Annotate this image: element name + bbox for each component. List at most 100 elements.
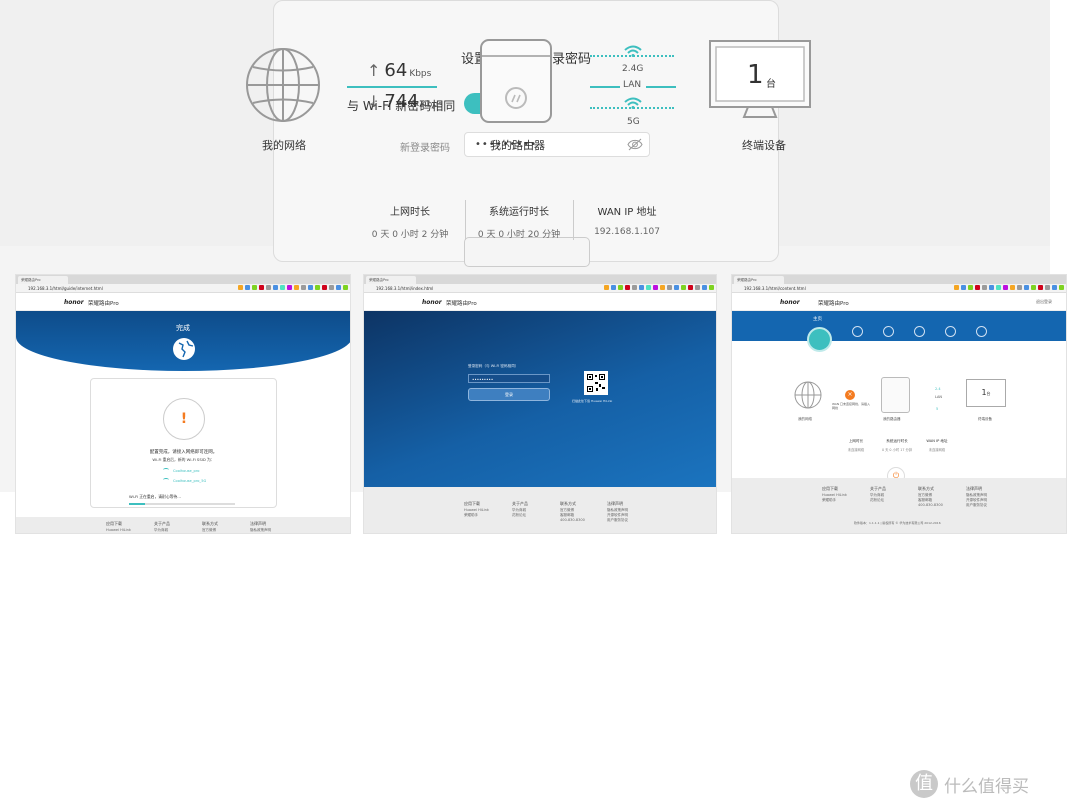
footer-column: 法律声明 隐私政策声明 开源软件声明 用户服务协议 [607,501,628,522]
home-icon[interactable] [807,327,832,352]
footer-column: 关于产品 华为商城 花粉论坛 [512,501,528,517]
watermark-text: 什么值得买 [944,776,1029,797]
page-footer: 应用下载 Huawei HiLink 荣耀助手 关于产品 华为商城 花粉论坛 联系方式官… [732,478,1066,533]
copyright-text: 软件版本：1.1.1.1 | 版权所有 © 华为技术有限公司 2012-2016 [854,521,941,525]
logout-link[interactable]: 退出登录 [1036,299,1052,305]
brand-name: 荣耀路由Pro [446,301,477,307]
globe-icon[interactable] [852,326,863,337]
login-button[interactable]: 登录 [468,388,550,401]
router-icon [480,39,552,123]
lan-link-right [646,86,676,88]
footer-column: 联系方式 官方微博 客服邮箱 400-830-8300 [918,486,943,507]
brand-name: 荣耀路由Pro [818,301,849,307]
footer-column: 应用下载 Huawei HiLink 荣耀助手 [822,486,847,502]
extension-icons [954,285,1064,291]
page-footer: 应用下载 Huawei HiLink 荣耀助手 关于产品 华为商城 花粉论坛 联系方式官… [364,487,716,533]
footer-column: 应用下载 Huawei HiLink 荣耀助手 [464,501,489,517]
band-24-label: 2.4 [935,387,941,391]
wifi-icon [163,468,169,472]
new-password-label: 新登录密码 [400,143,450,154]
restart-progress-bar [129,503,235,505]
router-header: honor 荣耀路由Pro 退出登录 [732,293,1066,311]
router-header: honor 荣耀路由Pro [16,293,350,311]
footer-column: 关于产品 华为商城 花粉论坛 [870,486,886,502]
footer-column: 联系方式 官方微博 [202,521,218,532]
qr-code [584,371,608,395]
address-bar[interactable]: 192.168.3.1/html/content.html [732,284,1066,293]
progress-fill [129,503,145,505]
home-label: 主页 [813,317,822,322]
nav-bar [732,311,1066,341]
footer-column: 联系方式 官方微博 客服邮箱 400-830-8300 [560,501,585,522]
footer-column: 法律声明 隐私政策声明 开源软件声明 用户服务协议 [966,486,987,507]
tab-bar: 荣耀路由Pro [732,275,1066,284]
honor-logo: honor [422,299,442,306]
address-bar[interactable]: 192.168.3.1/html/index.html [364,284,716,293]
download-speed: ↓ 744 Kbps [367,91,443,112]
network-item: Coolhouse_pro [163,468,199,473]
config-complete-text: 配置完成，请接入网络即可连网。 [149,450,218,455]
url-text: 192.168.3.1/html/index.html [376,286,434,291]
screenshot-guide-complete: 荣耀路由Pro 192.168.3.1/html/guide/internet.… [15,274,351,534]
globe-icon [246,48,320,122]
eye-icon[interactable] [627,138,643,151]
router-header: honor 荣耀路由Pro [364,293,716,311]
stat-online-time: 上网时长 0 天 0 小时 2 分钟 [371,207,449,240]
login-password-input[interactable]: ••••••••• [468,374,550,383]
wifi-icon [163,478,169,482]
brand-name: 荣耀路由Pro [88,301,119,307]
address-bar[interactable]: 192.168.3.1/html/guide/internet.html [16,284,350,293]
upload-speed: ↑ 64 Kbps [367,60,432,81]
arrow-down-icon: ↓ [367,92,381,111]
screenshot-login: 荣耀路由Pro 192.168.3.1/html/index.html hono… [363,274,717,534]
user-icon[interactable] [945,326,956,337]
watermark-badge: 值 [910,770,938,798]
warning-icon: ! [163,398,205,440]
band-24-label: 2.4G [622,64,644,74]
terminal-label: 终端设备 [978,417,992,421]
honor-logo: honor [64,299,84,306]
band-lan-label: LAN [935,395,943,399]
band-5-label: 5 [936,407,939,411]
tab-bar: 荣耀路由Pro [16,275,350,284]
footer-column: 法律声明 隐私政策声明 [250,521,271,532]
network-item: Coolhouse_pro_5G [163,478,206,483]
my-router-label: 我的路由器 [490,139,545,152]
url-text: 192.168.3.1/html/guide/internet.html [28,286,103,291]
wifi-icon [624,97,642,109]
stat-uptime: 系统运行时长 0 天 0 小时 20 分钟 [477,207,561,240]
url-text: 192.168.3.1/html/content.html [744,286,806,291]
band-lan-label: LAN [623,80,642,90]
settings-icon[interactable] [914,326,925,337]
device-unit: 台 [986,391,991,396]
globe-icon [794,381,822,409]
wan-error-text: WAN 口未连接网线，请插入网线 [832,402,871,410]
my-router-label: 我的路由器 [883,417,901,421]
footer-column: 应用下载 Huawei HiLink [106,521,131,532]
my-network-label: 我的网络 [798,417,812,421]
qr-caption: 扫描此处下载 Huawei HiLink [572,399,613,403]
extension-icons [238,285,348,291]
screenshot-home: 荣耀路由Pro 192.168.3.1/html/content.html ho… [731,274,1067,534]
error-icon: × [845,390,855,400]
my-network-label: 我的网络 [262,139,306,152]
tab-bar: 荣耀路由Pro [364,275,716,284]
wifi-icon[interactable] [883,326,894,337]
wan-link-line [347,86,437,88]
router-icon [881,377,910,413]
terminal-label: 终端设备 [742,139,786,152]
browser-tab[interactable]: 荣耀路由Pro [734,276,784,284]
monitor-icon: 1台 [966,379,1006,407]
network-name: Coolhouse_pro [173,469,200,473]
globe-icon [173,338,195,360]
stat-wan-ip: WAN IP 地址 未连接网络 [926,439,948,452]
restart-text: Wi-Fi 正在重启，请耐心等待... [129,494,181,499]
complete-heading: 完成 [176,324,190,332]
browser-tab[interactable]: 荣耀路由Pro [18,276,68,284]
result-box: ! 配置完成，请接入网络即可连网。 Wi-Fi 重启后，新的 Wi-Fi SSI… [90,378,277,508]
band-5-label: 5G [627,117,640,127]
menu-icon[interactable] [976,326,987,337]
login-password-label: 登录密码（与 Wi-Fi 密码相同） [468,364,519,368]
network-name: Coolhouse_pro_5G [173,479,207,483]
browser-tab[interactable]: 荣耀路由Pro [366,276,416,284]
